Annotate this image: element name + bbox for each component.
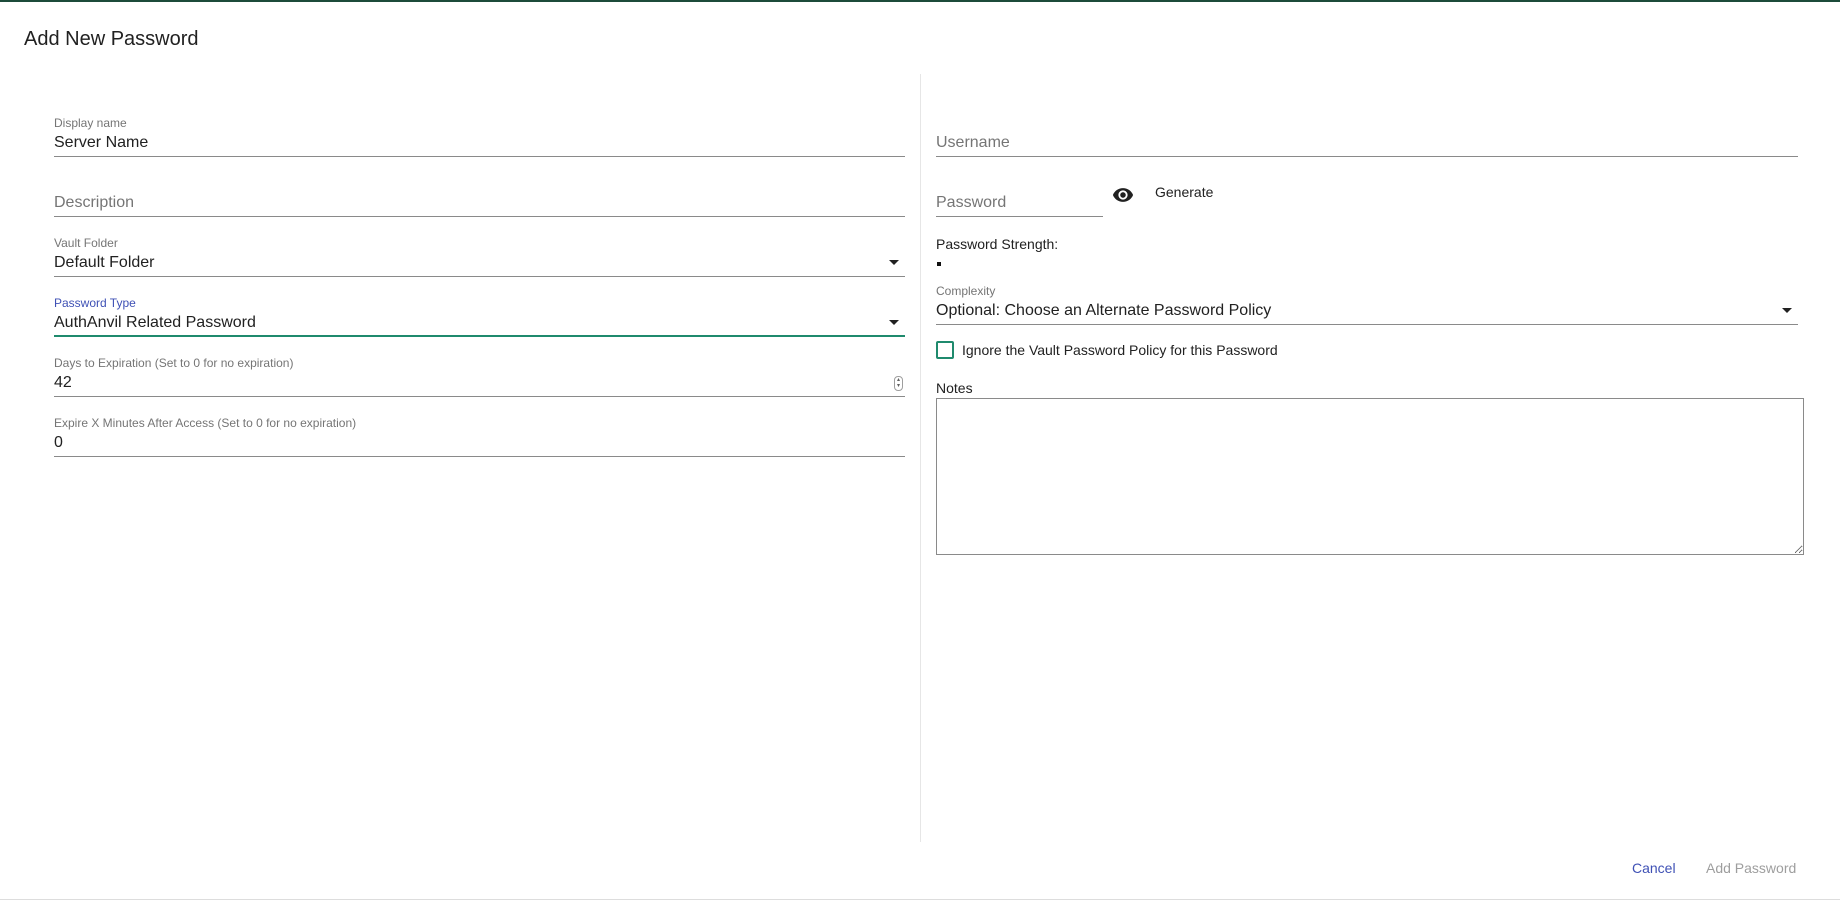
description-field[interactable]: Description bbox=[54, 176, 905, 217]
password-type-label: Password Type bbox=[54, 296, 136, 310]
expire-minutes-underline bbox=[54, 456, 905, 457]
bottom-divider bbox=[0, 899, 1840, 900]
password-placeholder: Password bbox=[936, 194, 1007, 211]
days-expiration-field[interactable]: Days to Expiration (Set to 0 for no expi… bbox=[54, 356, 905, 397]
dialog-title: Add New Password bbox=[24, 28, 199, 50]
display-name-value: Server Name bbox=[54, 134, 149, 151]
complexity-label: Complexity bbox=[936, 284, 996, 298]
cancel-button[interactable]: Cancel bbox=[1632, 860, 1676, 876]
username-placeholder: Username bbox=[936, 134, 1010, 151]
password-underline bbox=[936, 216, 1103, 217]
eye-icon[interactable] bbox=[1112, 184, 1134, 206]
complexity-underline bbox=[936, 324, 1798, 325]
ignore-policy-label: Ignore the Vault Password Policy for thi… bbox=[962, 342, 1278, 358]
vault-folder-label: Vault Folder bbox=[54, 236, 118, 250]
display-name-underline bbox=[54, 156, 905, 157]
notes-label: Notes bbox=[936, 380, 973, 396]
expire-minutes-value: 0 bbox=[54, 434, 63, 451]
password-field[interactable]: Password bbox=[936, 176, 1103, 217]
add-password-button[interactable]: Add Password bbox=[1706, 860, 1796, 876]
days-expiration-value: 42 bbox=[54, 374, 72, 391]
days-expiration-label: Days to Expiration (Set to 0 for no expi… bbox=[54, 356, 294, 370]
chevron-down-icon bbox=[889, 260, 899, 265]
description-underline bbox=[54, 216, 905, 217]
column-divider bbox=[920, 74, 921, 842]
password-type-underline bbox=[54, 335, 905, 337]
password-strength-label: Password Strength: bbox=[936, 236, 1059, 252]
generate-button[interactable]: Generate bbox=[1155, 184, 1213, 200]
vault-folder-value: Default Folder bbox=[54, 254, 155, 271]
expire-minutes-field[interactable]: Expire X Minutes After Access (Set to 0 … bbox=[54, 416, 905, 457]
number-spinner-icon[interactable]: ▴ ▾ bbox=[894, 376, 903, 391]
username-field[interactable]: Username bbox=[936, 116, 1798, 157]
top-strip bbox=[0, 0, 1840, 2]
chevron-down-icon bbox=[1782, 308, 1792, 313]
notes-textarea[interactable] bbox=[936, 398, 1804, 555]
complexity-value: Optional: Choose an Alternate Password P… bbox=[936, 302, 1272, 319]
password-strength-bar bbox=[937, 262, 941, 266]
display-name-label: Display name bbox=[54, 116, 127, 130]
ignore-policy-checkbox[interactable] bbox=[936, 341, 954, 359]
password-type-select[interactable]: Password Type AuthAnvil Related Password bbox=[54, 296, 905, 337]
username-underline bbox=[936, 156, 1798, 157]
chevron-down-icon bbox=[889, 320, 899, 325]
expire-minutes-label: Expire X Minutes After Access (Set to 0 … bbox=[54, 416, 357, 430]
days-expiration-underline bbox=[54, 396, 905, 397]
password-type-value: AuthAnvil Related Password bbox=[54, 314, 256, 331]
vault-folder-underline bbox=[54, 276, 905, 277]
vault-folder-select[interactable]: Vault Folder Default Folder bbox=[54, 236, 905, 277]
complexity-select[interactable]: Complexity Optional: Choose an Alternate… bbox=[936, 284, 1798, 325]
display-name-field[interactable]: Display name Server Name bbox=[54, 116, 905, 157]
description-placeholder: Description bbox=[54, 194, 135, 211]
